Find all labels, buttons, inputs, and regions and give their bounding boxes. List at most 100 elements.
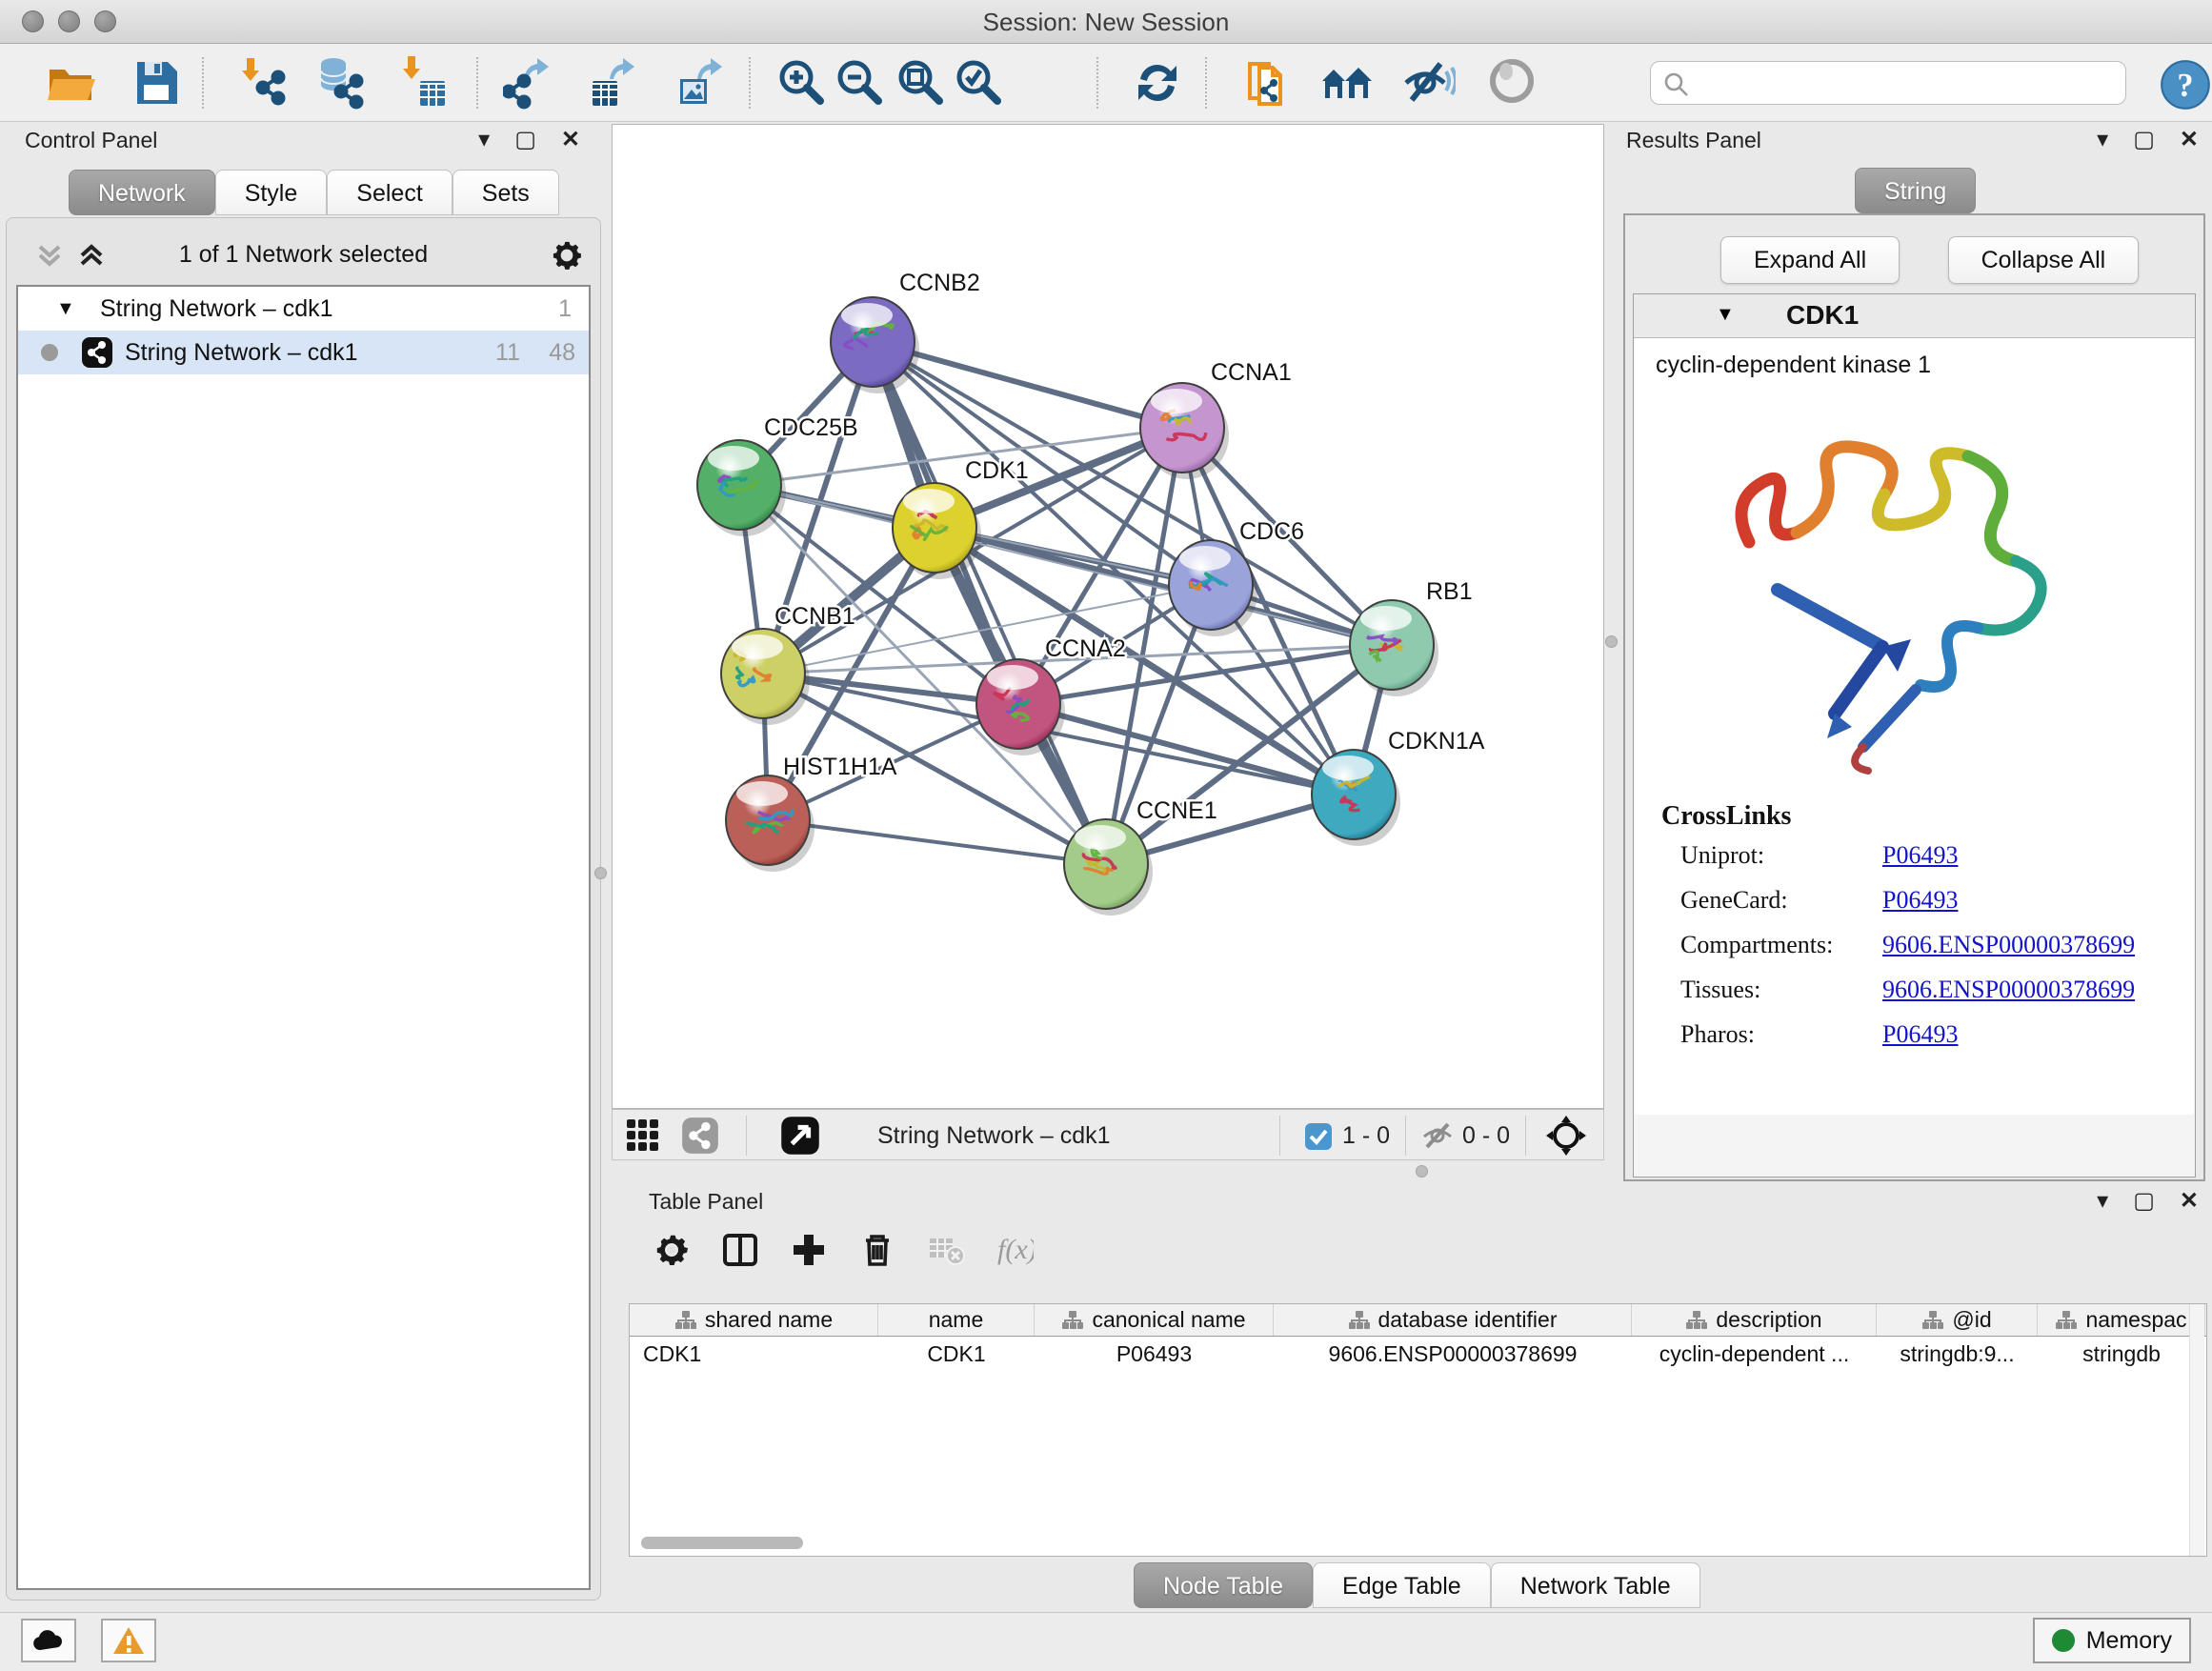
node-CDC25B[interactable]: CDC25B	[697, 414, 858, 536]
toolbar-search[interactable]	[1650, 61, 2126, 105]
delete-column-icon[interactable]	[858, 1231, 896, 1269]
panel-float-icon[interactable]: ▢	[2133, 1187, 2155, 1215]
node-CCNA1[interactable]: CCNA1	[1140, 359, 1292, 479]
column-header-name[interactable]: name	[878, 1304, 1035, 1336]
svg-text:f(x): f(x)	[997, 1234, 1034, 1265]
refresh-icon[interactable]	[1131, 56, 1184, 110]
node-label-CCNE1: CCNE1	[1136, 797, 1217, 824]
right-splitter-handle[interactable]	[1605, 635, 1618, 648]
zoom-fit-icon[interactable]	[895, 56, 948, 110]
selected-count: 1 - 0	[1342, 1110, 1390, 1161]
import-table-icon[interactable]	[397, 56, 451, 110]
gear-icon[interactable]	[549, 237, 585, 273]
panel-float-icon[interactable]: ▢	[2133, 126, 2155, 153]
memory-button[interactable]: Memory	[2033, 1618, 2191, 1663]
node-CCNE1[interactable]: CCNE1	[1064, 797, 1217, 916]
add-column-icon[interactable]	[790, 1231, 828, 1269]
network-thumbnail-icon[interactable]	[681, 1117, 719, 1155]
node-count: 11	[495, 339, 520, 367]
export-table-icon[interactable]	[585, 56, 638, 110]
help-icon[interactable]: ?	[2159, 58, 2212, 111]
tab-edge-table[interactable]: Edge Table	[1313, 1562, 1491, 1608]
panel-close-icon[interactable]: ✕	[561, 126, 580, 153]
export-image-icon[interactable]	[673, 56, 726, 110]
collapse-all-button[interactable]: Collapse All	[1948, 236, 2140, 284]
zoom-selected-icon[interactable]	[953, 56, 1006, 110]
hidden-count: 0 - 0	[1462, 1110, 1510, 1161]
window-title: Session: New Session	[0, 0, 2212, 44]
show-columns-icon[interactable]	[721, 1231, 759, 1269]
column-header-shared-name[interactable]: shared name	[630, 1304, 878, 1336]
panel-menu-icon[interactable]: ▾	[478, 126, 490, 153]
network-canvas[interactable]: CCNB2 CCNA1 CDC25B CDK1 CDC6	[612, 124, 1604, 1109]
table-panel-title: Table Panel	[649, 1189, 763, 1215]
tab-select[interactable]: Select	[327, 170, 452, 215]
cloud-status-button[interactable]	[21, 1619, 76, 1662]
import-database-icon[interactable]	[312, 56, 366, 110]
save-session-icon[interactable]	[130, 56, 183, 110]
table-vertical-scrollbar[interactable]	[2189, 1304, 2204, 1556]
column-header-@id[interactable]: @id	[1877, 1304, 2038, 1336]
export-network-icon[interactable]	[503, 56, 556, 110]
node-RB1[interactable]: RB1	[1350, 578, 1473, 696]
column-header-namespac[interactable]: namespac	[2038, 1304, 2205, 1336]
panel-menu-icon[interactable]: ▾	[2097, 1187, 2108, 1215]
table-horizontal-scrollbar[interactable]	[641, 1537, 803, 1549]
open-session-icon[interactable]	[44, 56, 97, 110]
show-all-icon[interactable]	[1487, 56, 1540, 110]
panel-menu-icon[interactable]: ▾	[2097, 126, 2108, 153]
panel-close-icon[interactable]: ✕	[2180, 1187, 2199, 1215]
crosslink-link[interactable]: 9606.ENSP00000378699	[1882, 976, 2135, 1004]
tab-network-table[interactable]: Network Table	[1491, 1562, 1700, 1608]
fit-content-icon[interactable]	[1544, 1114, 1588, 1158]
expand-all-button[interactable]: Expand All	[1720, 236, 1900, 284]
zoom-out-icon[interactable]	[834, 56, 887, 110]
tab-node-table[interactable]: Node Table	[1134, 1562, 1313, 1608]
bottom-splitter-handle[interactable]	[1416, 1165, 1428, 1178]
main-toolbar: ?	[0, 44, 2212, 122]
tree-expand-icon[interactable]: ▼	[56, 298, 75, 320]
search-icon	[1662, 70, 1691, 99]
entry-collapse-icon[interactable]: ▼	[1716, 304, 1735, 326]
panel-float-icon[interactable]: ▢	[514, 126, 536, 153]
import-network-icon[interactable]	[238, 56, 292, 110]
network-label: String Network – cdk1	[125, 339, 358, 367]
crosslink-label: GeneCard:	[1680, 886, 1788, 915]
search-input[interactable]	[1697, 66, 2116, 100]
gene-entry-header[interactable]: ▼ CDK1	[1634, 294, 2195, 338]
string-home-icon[interactable]	[1320, 56, 1374, 110]
edge-count: 48	[549, 339, 575, 367]
warning-button[interactable]	[101, 1619, 156, 1662]
hide-selected-icon[interactable]	[1402, 56, 1456, 110]
crosslink-label: Uniprot:	[1680, 841, 1764, 870]
panel-close-icon[interactable]: ✕	[2180, 126, 2199, 153]
crosslink-link[interactable]: P06493	[1882, 1020, 1958, 1049]
column-header-database-identifier[interactable]: database identifier	[1274, 1304, 1632, 1336]
column-header-description[interactable]: description	[1632, 1304, 1877, 1336]
tab-style[interactable]: Style	[215, 170, 328, 215]
string-results-container: Expand All Collapse All ▼ CDK1 cyclin-de…	[1623, 213, 2205, 1181]
crosslink-link[interactable]: P06493	[1882, 886, 1958, 915]
selected-checkbox-icon[interactable]	[1304, 1122, 1333, 1151]
node-CCNB2[interactable]: CCNB2	[831, 270, 980, 393]
zoom-in-icon[interactable]	[775, 56, 829, 110]
tab-sets[interactable]: Sets	[452, 170, 559, 215]
table-row[interactable]: CDK1CDK1P064939606.ENSP00000378699cyclin…	[630, 1337, 2206, 1371]
crosslink-link[interactable]: 9606.ENSP00000378699	[1882, 931, 2135, 959]
tab-network[interactable]: Network	[69, 170, 215, 215]
crosslink-link[interactable]: P06493	[1882, 841, 1958, 870]
node-label-CDC6: CDC6	[1239, 518, 1304, 545]
status-bar: Memory	[0, 1612, 2212, 1671]
settings-icon[interactable]	[653, 1231, 691, 1269]
node-HIST1H1A[interactable]: HIST1H1A	[726, 754, 897, 872]
birds-eye-view-icon[interactable]	[624, 1117, 662, 1155]
clone-network-icon[interactable]	[1240, 56, 1294, 110]
tab-string[interactable]: String	[1855, 168, 1976, 213]
network-panel-body: 1 of 1 Network selected ▼ String Network…	[6, 217, 601, 1601]
column-header-canonical-name[interactable]: canonical name	[1035, 1304, 1274, 1336]
node-CDKN1A[interactable]: CDKN1A	[1312, 728, 1485, 846]
network-row[interactable]: String Network – cdk1 11 48	[18, 331, 589, 374]
network-collection-row[interactable]: ▼ String Network – cdk1 1	[18, 287, 589, 331]
annotation-mode-icon[interactable]	[780, 1116, 820, 1156]
left-splitter-handle[interactable]	[594, 867, 607, 879]
